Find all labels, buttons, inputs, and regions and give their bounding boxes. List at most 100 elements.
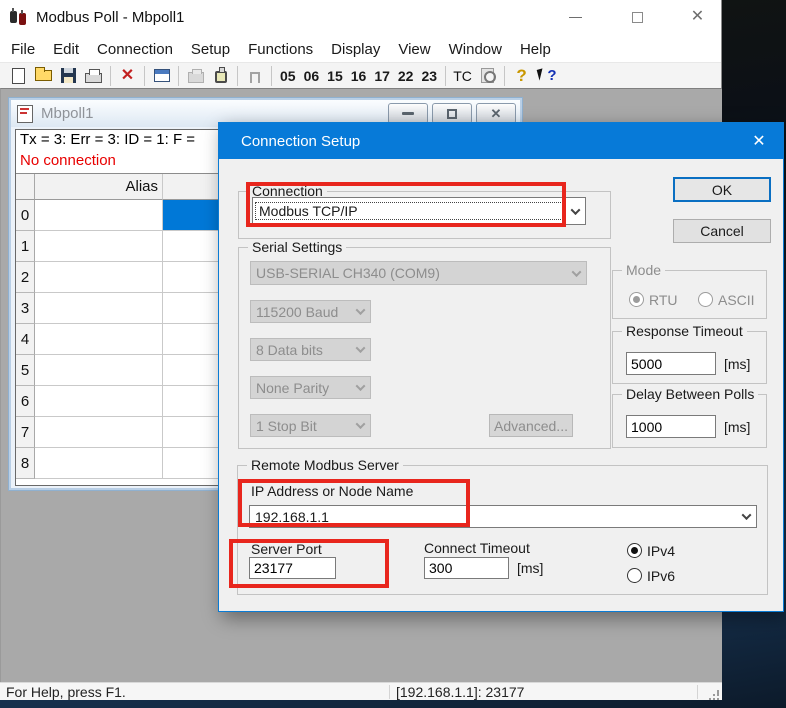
test-center-button[interactable]: TC: [450, 65, 475, 87]
document-maximize-button[interactable]: [432, 103, 472, 124]
ipv6-radio[interactable]: [627, 568, 642, 583]
response-timeout-unit: [ms]: [724, 356, 750, 372]
menu-item-connection[interactable]: Connection: [88, 38, 182, 61]
toolbar-separator: [504, 66, 505, 86]
ascii-label: ASCII: [718, 292, 755, 308]
alias-column-header[interactable]: Alias: [35, 174, 163, 200]
display-setup-button[interactable]: [149, 65, 174, 87]
toolbar-separator: [237, 66, 238, 86]
response-timeout-input[interactable]: [626, 352, 716, 375]
alias-cell-8[interactable]: [35, 448, 163, 479]
dialog-titlebar: Connection Setup: [219, 123, 783, 159]
function-buttons: 05061516172223: [276, 68, 441, 84]
alias-cell-7[interactable]: [35, 417, 163, 448]
row-header-1[interactable]: 1: [16, 231, 35, 262]
menu-item-help[interactable]: Help: [511, 38, 560, 61]
close-icon: ✕: [752, 131, 765, 151]
chevron-down-icon: [350, 377, 370, 398]
open-file-button[interactable]: [31, 65, 56, 87]
function-button-16[interactable]: 16: [347, 68, 371, 84]
connect-timeout-unit: [ms]: [517, 560, 543, 576]
data-bits-combo: 8 Data bits: [250, 338, 371, 361]
row-header-7[interactable]: 7: [16, 417, 35, 448]
mode-group-label: Mode: [622, 262, 665, 278]
alias-cell-1[interactable]: [35, 231, 163, 262]
context-help-button[interactable]: ?: [534, 65, 559, 87]
function-button-23[interactable]: 23: [417, 68, 441, 84]
parity-combo: None Parity: [250, 376, 371, 399]
alias-cell-4[interactable]: [35, 324, 163, 355]
serial-port-value: USB-SERIAL CH340 (COM9): [251, 265, 566, 281]
menu-item-window[interactable]: Window: [440, 38, 511, 61]
toolbar-separator: [271, 66, 272, 86]
document-icon: [17, 105, 33, 123]
dialog-title: Connection Setup: [241, 133, 360, 150]
serial-settings-group-label: Serial Settings: [248, 239, 346, 255]
alias-cell-3[interactable]: [35, 293, 163, 324]
alias-cell-6[interactable]: [35, 386, 163, 417]
new-file-icon: [12, 68, 25, 84]
connect-device-button[interactable]: [208, 65, 233, 87]
server-port-input[interactable]: [249, 557, 336, 579]
minimize-icon: [569, 17, 582, 18]
communication-icon: [188, 72, 204, 83]
ipv4-label: IPv4: [647, 543, 675, 559]
print-icon: [85, 73, 102, 83]
print-button[interactable]: [81, 65, 106, 87]
ipv4-radio[interactable]: [627, 543, 642, 558]
chevron-down-icon: [566, 262, 586, 284]
connection-type-combo[interactable]: Modbus TCP/IP: [252, 197, 586, 225]
row-header-5[interactable]: 5: [16, 355, 35, 386]
chevron-down-icon: [350, 415, 370, 436]
connect-timeout-input[interactable]: [424, 557, 509, 579]
document-minimize-button[interactable]: [388, 103, 428, 124]
ok-button[interactable]: OK: [673, 177, 771, 202]
row-header-2[interactable]: 2: [16, 262, 35, 293]
row-header-8[interactable]: 8: [16, 448, 35, 479]
row-header-0[interactable]: 0: [16, 200, 35, 231]
ascii-radio: [698, 292, 713, 307]
ip-address-combo[interactable]: 192.168.1.1: [249, 505, 757, 528]
row-header-6[interactable]: 6: [16, 386, 35, 417]
menu-item-edit[interactable]: Edit: [44, 38, 88, 61]
single-poll-button: [242, 65, 267, 87]
menu-item-display[interactable]: Display: [322, 38, 389, 61]
alias-cell-5[interactable]: [35, 355, 163, 386]
toolbar: ✕ 05061516172223 TC ? ?: [0, 62, 721, 88]
save-button[interactable]: [56, 65, 81, 87]
question-mark-icon: ?: [516, 66, 526, 86]
toolbar-separator: [110, 66, 111, 86]
maximize-button[interactable]: [615, 0, 660, 34]
document-close-button[interactable]: ✕: [476, 103, 516, 124]
menu-item-functions[interactable]: Functions: [239, 38, 322, 61]
cancel-button[interactable]: Cancel: [673, 219, 771, 243]
resize-grip-icon[interactable]: [717, 692, 719, 694]
delay-between-polls-input[interactable]: [626, 415, 716, 438]
function-button-06[interactable]: 06: [300, 68, 324, 84]
minimize-button[interactable]: [553, 0, 598, 34]
alias-cell-0[interactable]: [35, 200, 163, 231]
dialog-close-button[interactable]: ✕: [735, 123, 783, 159]
function-button-22[interactable]: 22: [394, 68, 418, 84]
about-button[interactable]: ?: [509, 65, 534, 87]
device-icon: [215, 71, 227, 83]
grid-corner-cell: [16, 174, 35, 200]
close-button[interactable]: ✕: [675, 0, 720, 34]
rtu-radio: [629, 292, 644, 307]
app-title: Modbus Poll - Mbpoll1: [36, 9, 184, 26]
function-button-17[interactable]: 17: [370, 68, 394, 84]
row-header-3[interactable]: 3: [16, 293, 35, 324]
status-divider: [697, 685, 698, 699]
menu-item-setup[interactable]: Setup: [182, 38, 239, 61]
new-file-button[interactable]: [6, 65, 31, 87]
delay-between-polls-label: Delay Between Polls: [622, 386, 758, 402]
app-icon: [8, 8, 28, 28]
function-button-15[interactable]: 15: [323, 68, 347, 84]
delete-button[interactable]: ✕: [115, 65, 140, 87]
row-header-4[interactable]: 4: [16, 324, 35, 355]
tc-label: TC: [453, 68, 472, 84]
function-button-05[interactable]: 05: [276, 68, 300, 84]
menu-item-view[interactable]: View: [389, 38, 439, 61]
alias-cell-2[interactable]: [35, 262, 163, 293]
menu-item-file[interactable]: File: [2, 38, 44, 61]
